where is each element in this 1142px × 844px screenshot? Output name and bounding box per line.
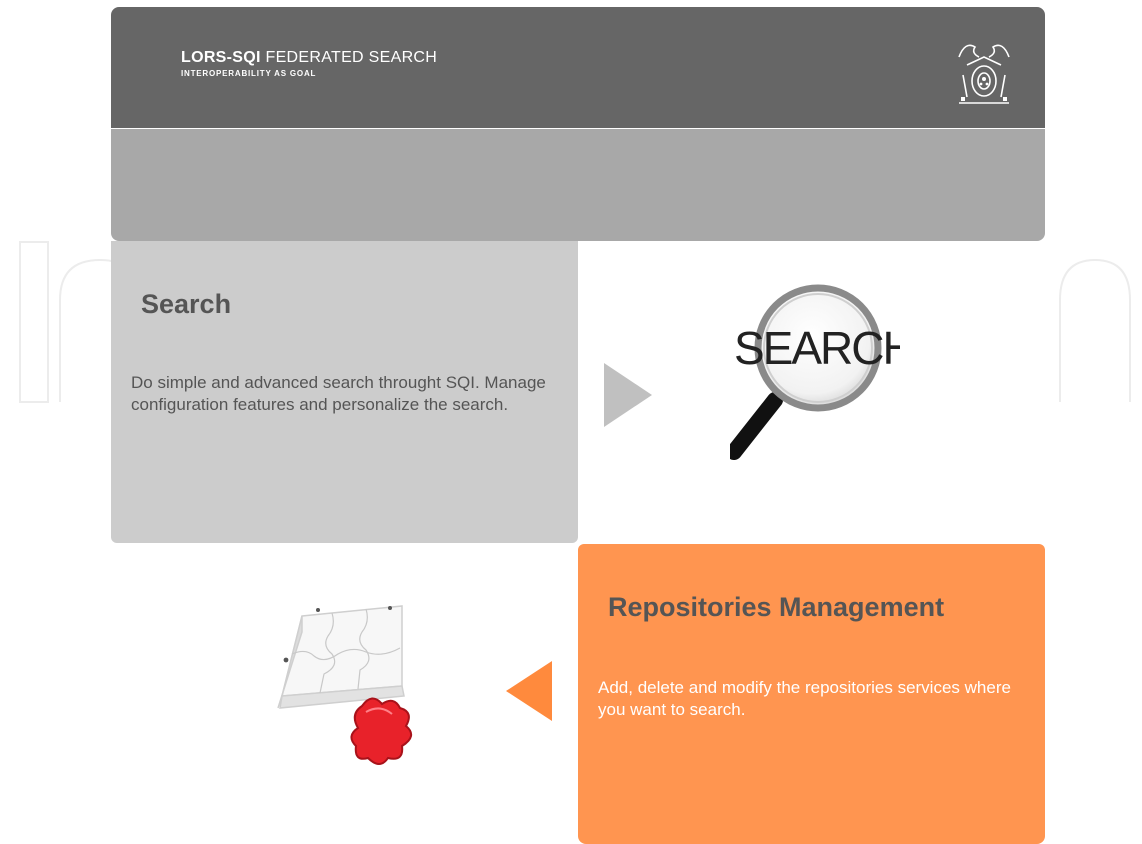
triangle-right-icon[interactable] [604, 363, 652, 427]
search-panel-description: Do simple and advanced search throught S… [131, 373, 546, 414]
repositories-panel-description: Add, delete and modify the repositories … [598, 678, 1011, 719]
brand-title-bold: LORS-SQI [181, 49, 261, 66]
search-graphic-text: SEARCH [734, 322, 900, 374]
triangle-left-icon[interactable] [506, 661, 552, 721]
brand-tagline: INTEROPERABILITY AS GOAL [181, 69, 317, 78]
app-header: LORS-SQI FEDERATED SEARCH INTEROPERABILI… [111, 7, 1045, 128]
search-panel[interactable]: Search Do simple and advanced search thr… [111, 241, 578, 543]
header-subbar [111, 129, 1045, 241]
brand-title: LORS-SQI FEDERATED SEARCH [181, 49, 437, 67]
puzzle-pieces-icon[interactable] [262, 596, 432, 771]
brand-title-rest: FEDERATED SEARCH [260, 49, 438, 66]
repositories-panel-title: Repositories Management [608, 592, 945, 622]
brand: LORS-SQI FEDERATED SEARCH INTEROPERABILI… [181, 49, 437, 78]
search-panel-title: Search [141, 289, 232, 319]
repositories-panel[interactable]: Repositories Management Add, delete and … [578, 544, 1045, 844]
magnifier-search-icon[interactable]: SEARCH [730, 280, 900, 460]
university-crest-icon [958, 44, 1010, 104]
